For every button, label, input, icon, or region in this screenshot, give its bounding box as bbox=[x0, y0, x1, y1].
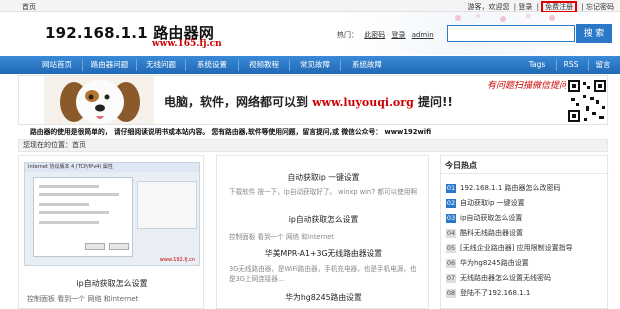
separator: | bbox=[536, 3, 539, 11]
list-item[interactable]: 03 ip自动获取怎么设置 bbox=[446, 213, 606, 224]
list-item-text[interactable]: 无线路由器怎么设置无线密码 bbox=[460, 274, 551, 282]
hot-list-title: 今日热点 bbox=[445, 161, 477, 170]
top-bar: 首页 游客，欢迎您 | 登录 | 免费注册 | 忘记密码 bbox=[0, 0, 620, 13]
nav-item-wireless[interactable]: 无线问题 bbox=[137, 56, 185, 74]
ad-banner[interactable]: 电脑，软件，网络都可以到 www.luyouqi.org 提问!! 有问题扫描微… bbox=[18, 75, 608, 125]
breadcrumb: 您现在的位置：首页 bbox=[18, 139, 608, 152]
rank-badge: 07 bbox=[446, 274, 456, 283]
dog-mascot-icon bbox=[44, 76, 154, 124]
article-thumbnail[interactable]: Internet 协议版本 4 (TCP/IPv4) 属性 www.192.fj… bbox=[24, 162, 200, 266]
login-link[interactable]: 登录 bbox=[518, 3, 532, 11]
thumbnail-window-title: Internet 协议版本 4 (TCP/IPv4) 属性 bbox=[25, 163, 199, 172]
home-link[interactable]: 首页 bbox=[22, 2, 36, 12]
hot-keyword-link[interactable]: admin bbox=[412, 31, 434, 39]
site-header: 192.168.1.1 路由器网 www.165.fj.cn 热门： 此密码 登… bbox=[0, 12, 620, 55]
rank-badge: 02 bbox=[446, 199, 456, 208]
rank-badge: 04 bbox=[446, 229, 456, 238]
nav-item-message[interactable]: 留言 bbox=[589, 56, 617, 74]
notice-text: 路由器的使用是很简单的， 请仔细阅读说明书或本站内容。 您有路由器,软件等使用问… bbox=[30, 128, 432, 136]
hot-label: 热门： bbox=[337, 31, 358, 39]
rank-badge: 06 bbox=[446, 259, 456, 268]
article-list: 自动获取ip 一键设置 下载软件 按一下，ip自动获取好了。 winxp win… bbox=[216, 155, 429, 309]
thumbnail-watermark: www.192.fj.cn bbox=[159, 257, 195, 263]
banner-url[interactable]: www.luyouqi.org bbox=[312, 96, 414, 109]
list-item-text[interactable]: [无线企业路由器] 应用限制设置指导 bbox=[460, 244, 573, 252]
rank-badge: 01 bbox=[446, 184, 456, 193]
nav-item-system-settings[interactable]: 系统设置 bbox=[186, 56, 238, 74]
article-title[interactable]: 华美MPR-A1+3G无线路由器设置 bbox=[217, 248, 430, 259]
list-item-text[interactable]: 登陆不了192.168.1.1 bbox=[460, 289, 530, 297]
article-desc: 控制面板 看到一个 网络 和internet bbox=[229, 233, 334, 241]
list-item[interactable]: 01 192.168.1.1 路由器怎么改密码 bbox=[446, 183, 606, 194]
list-item-text[interactable]: 192.168.1.1 路由器怎么改密码 bbox=[460, 184, 561, 192]
banner-text-main: 电脑，软件，网络都可以到 bbox=[164, 95, 309, 109]
featured-article-title[interactable]: ip自动获取怎么设置 bbox=[19, 278, 205, 289]
nav-item-common-faults[interactable]: 常见故障 bbox=[290, 56, 340, 74]
article-title[interactable]: 自动获取ip 一键设置 bbox=[217, 172, 430, 183]
hot-keyword-link[interactable]: 登录 bbox=[391, 31, 405, 39]
user-links: 游客，欢迎您 | 登录 | 免费注册 | 忘记密码 bbox=[466, 1, 614, 13]
list-item[interactable]: 07 无线路由器怎么设置无线密码 bbox=[446, 273, 606, 284]
article-desc: 3G无线路由器，是WiFi路由器，手机充电器，也是手机电源，也是3G上网连接器.… bbox=[229, 265, 417, 283]
qr-caption: 有问题扫描微信提问！ bbox=[487, 81, 578, 91]
article-desc: 下载软件 按一下，ip自动获取好了。 winxp win7 都可以使用啊 bbox=[229, 188, 417, 196]
list-item[interactable]: 04 酷科无线路由器设置 bbox=[446, 228, 606, 239]
floral-decoration-icon bbox=[455, 13, 555, 22]
banner-text-end: 提问!! bbox=[417, 95, 453, 109]
list-item-text[interactable]: 自动获取ip 一键设置 bbox=[460, 199, 525, 207]
nav-item-router[interactable]: 路由器问题 bbox=[83, 56, 136, 74]
article-title[interactable]: ip自动获取怎么设置 bbox=[217, 214, 430, 225]
nav-item-rss[interactable]: RSS bbox=[557, 56, 585, 74]
list-item-text[interactable]: ip自动获取怎么设置 bbox=[460, 214, 522, 222]
qr-code-icon bbox=[566, 78, 607, 124]
hot-keyword-link[interactable]: 此密码 bbox=[364, 31, 385, 39]
forgot-password-link[interactable]: 忘记密码 bbox=[586, 3, 614, 11]
nav-item-video[interactable]: 视频教程 bbox=[239, 56, 289, 74]
nav-item-tags[interactable]: Tags bbox=[522, 56, 552, 74]
search-input[interactable] bbox=[447, 25, 575, 42]
rank-badge: 08 bbox=[446, 289, 456, 298]
separator: | bbox=[513, 3, 517, 11]
site-url: www.165.fj.cn bbox=[152, 39, 222, 49]
list-item[interactable]: 08 登陆不了192.168.1.1 bbox=[446, 288, 606, 299]
list-item-text[interactable]: 华为hg8245路由设置 bbox=[460, 259, 529, 267]
banner-slogan: 电脑，软件，网络都可以到 www.luyouqi.org 提问!! bbox=[164, 93, 453, 110]
search-button[interactable]: 搜 索 bbox=[576, 24, 612, 43]
list-item-text[interactable]: 酷科无线路由器设置 bbox=[460, 229, 523, 237]
featured-article-card[interactable]: Internet 协议版本 4 (TCP/IPv4) 属性 www.192.fj… bbox=[18, 155, 204, 309]
article-title[interactable]: 华为hg8245路由设置 bbox=[217, 292, 430, 303]
featured-article-desc: 控制面板 看到一个 网络 和internet bbox=[27, 295, 139, 303]
rank-badge: 05 bbox=[446, 244, 456, 253]
nav-item-system-faults[interactable]: 系统故障 bbox=[341, 56, 393, 74]
separator: | bbox=[581, 3, 584, 11]
list-item[interactable]: 02 自动获取ip 一键设置 bbox=[446, 198, 606, 209]
hot-list: 今日热点 01 192.168.1.1 路由器怎么改密码 02 自动获取ip 一键设… bbox=[440, 155, 609, 309]
guest-welcome: 游客，欢迎您 bbox=[467, 3, 510, 11]
list-item[interactable]: 06 华为hg8245路由设置 bbox=[446, 258, 606, 269]
nav-item-home[interactable]: 网站首页 bbox=[32, 56, 82, 74]
list-item[interactable]: 05 [无线企业路由器] 应用限制设置指导 bbox=[446, 243, 606, 254]
main-nav: 网站首页 路由器问题 无线问题 系统设置 视频教程 常见故障 系统故障 Tags… bbox=[0, 56, 620, 74]
hot-keywords: 热门： 此密码 登录 admin bbox=[337, 30, 434, 40]
rank-badge: 03 bbox=[446, 214, 456, 223]
